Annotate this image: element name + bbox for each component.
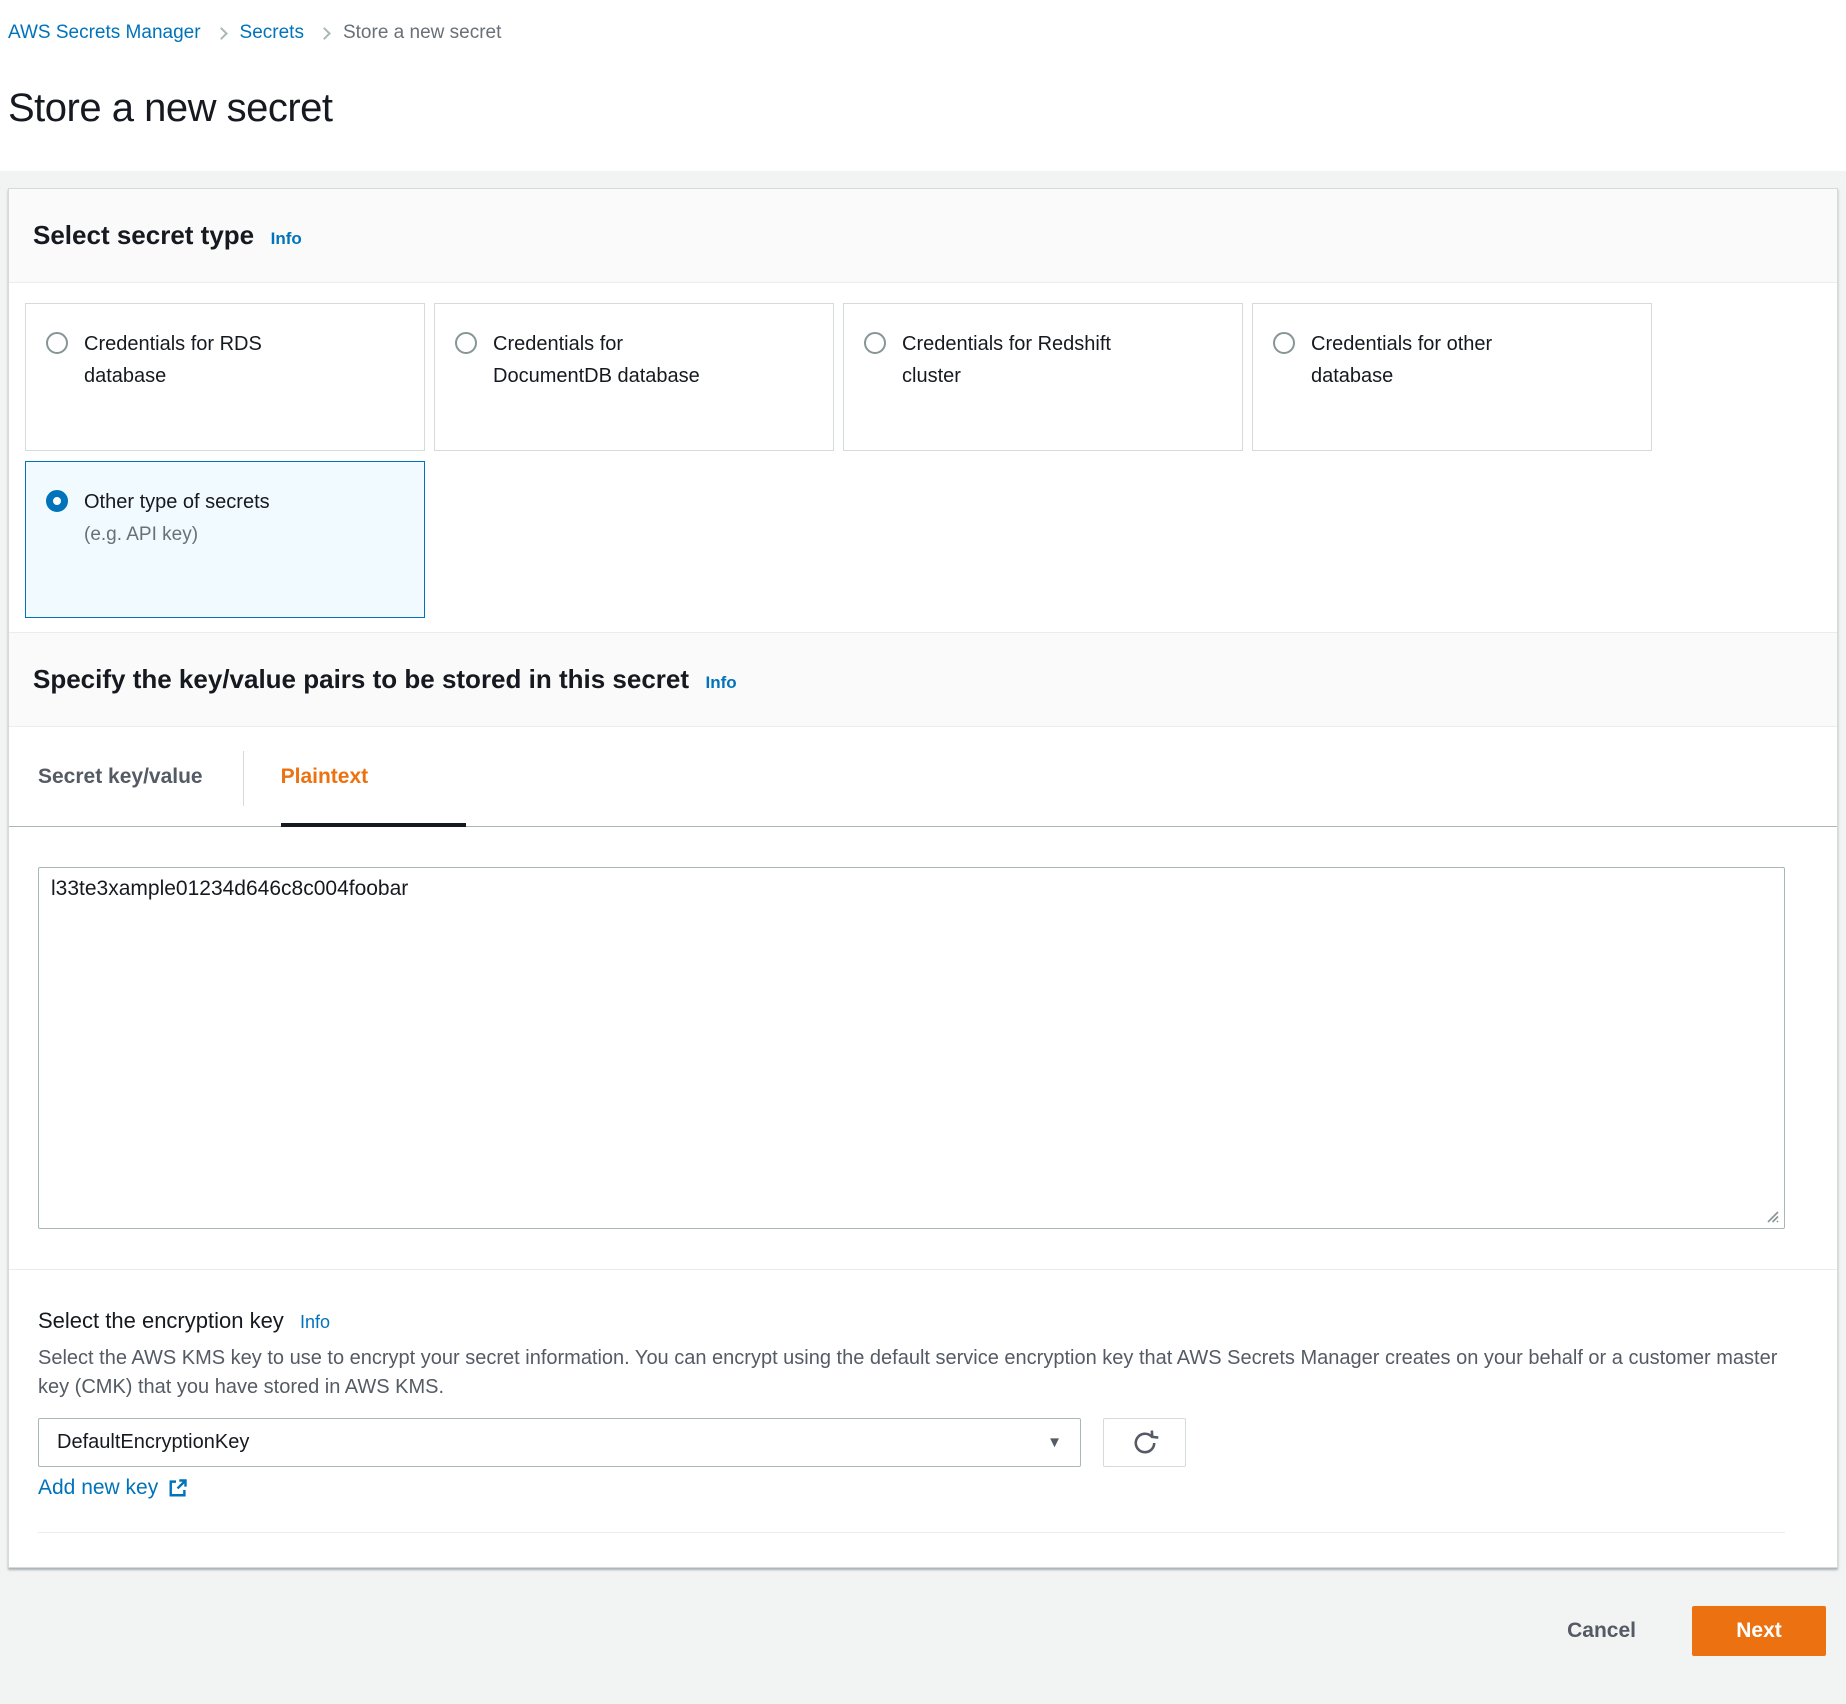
radio-unchecked-icon[interactable] (1273, 332, 1295, 354)
option-label-main: Other type of secrets (84, 491, 270, 513)
chevron-right-icon (215, 27, 228, 40)
external-link-icon (167, 1477, 189, 1499)
store-secret-card: Select secret type Info Credentials for … (8, 188, 1838, 1568)
option-label: Credentials for DocumentDB database (493, 328, 708, 392)
page-header: AWS Secrets Manager Secrets Store a new … (0, 0, 1846, 171)
encryption-description: Select the AWS KMS key to use to encrypt… (38, 1344, 1783, 1402)
radio-checked-icon[interactable] (46, 490, 68, 512)
wizard-actions: Cancel Next (0, 1606, 1826, 1656)
option-credentials-other-database[interactable]: Credentials for other database (1252, 303, 1652, 451)
section-header-key-value: Specify the key/value pairs to be stored… (9, 632, 1837, 727)
chevron-down-icon: ▼ (1047, 1434, 1062, 1451)
plaintext-secret-input[interactable]: l33te3xample01234d646c8c004foobar (38, 867, 1785, 1229)
option-label: Other type of secrets (e.g. API key) (84, 486, 270, 550)
next-button[interactable]: Next (1692, 1606, 1826, 1656)
refresh-keys-button[interactable] (1103, 1418, 1186, 1467)
key-value-title: Specify the key/value pairs to be stored… (33, 664, 689, 694)
secret-type-info-link[interactable]: Info (271, 229, 302, 248)
option-credentials-documentdb[interactable]: Credentials for DocumentDB database (434, 303, 834, 451)
option-label: Credentials for RDS database (84, 328, 299, 392)
radio-unchecked-icon[interactable] (455, 332, 477, 354)
encryption-key-selected-value: DefaultEncryptionKey (57, 1431, 249, 1454)
option-sublabel: (e.g. API key) (84, 524, 198, 545)
option-credentials-redshift[interactable]: Credentials for Redshift cluster (843, 303, 1243, 451)
plaintext-panel: l33te3xample01234d646c8c004foobar (9, 827, 1837, 1269)
key-value-tabs: Secret key/value Plaintext (9, 727, 1837, 827)
encryption-key-select[interactable]: DefaultEncryptionKey ▼ (38, 1418, 1081, 1467)
add-new-key-label: Add new key (38, 1476, 158, 1500)
section-header-secret-type: Select secret type Info (9, 189, 1837, 283)
option-credentials-rds[interactable]: Credentials for RDS database (25, 303, 425, 451)
encryption-info-link[interactable]: Info (300, 1312, 330, 1332)
add-new-key-link[interactable]: Add new key (38, 1476, 189, 1500)
breadcrumb-link-secrets[interactable]: Secrets (240, 22, 304, 44)
breadcrumb-link-secrets-manager[interactable]: AWS Secrets Manager (8, 22, 201, 44)
radio-unchecked-icon[interactable] (864, 332, 886, 354)
tab-secret-key-value[interactable]: Secret key/value (38, 727, 243, 826)
refresh-icon (1130, 1428, 1160, 1458)
breadcrumb: AWS Secrets Manager Secrets Store a new … (8, 22, 1816, 44)
tab-divider (243, 751, 244, 806)
key-value-info-link[interactable]: Info (705, 673, 736, 692)
secret-type-options: Credentials for RDS database Credentials… (9, 283, 1837, 632)
option-label: Credentials for Redshift cluster (902, 328, 1117, 392)
cancel-button[interactable]: Cancel (1567, 1619, 1636, 1643)
encryption-title: Select the encryption key (38, 1308, 284, 1333)
breadcrumb-current: Store a new secret (343, 22, 501, 44)
encryption-key-section: Select the encryption key Info Select th… (9, 1270, 1837, 1567)
radio-unchecked-icon[interactable] (46, 332, 68, 354)
chevron-right-icon (318, 27, 331, 40)
option-other-type-of-secrets[interactable]: Other type of secrets (e.g. API key) (25, 461, 425, 618)
tab-plaintext[interactable]: Plaintext (281, 727, 466, 826)
page-title: Store a new secret (8, 86, 1816, 131)
card-footer-spacer (38, 1532, 1785, 1567)
option-label: Credentials for other database (1311, 328, 1526, 392)
secret-type-title: Select secret type (33, 220, 254, 250)
